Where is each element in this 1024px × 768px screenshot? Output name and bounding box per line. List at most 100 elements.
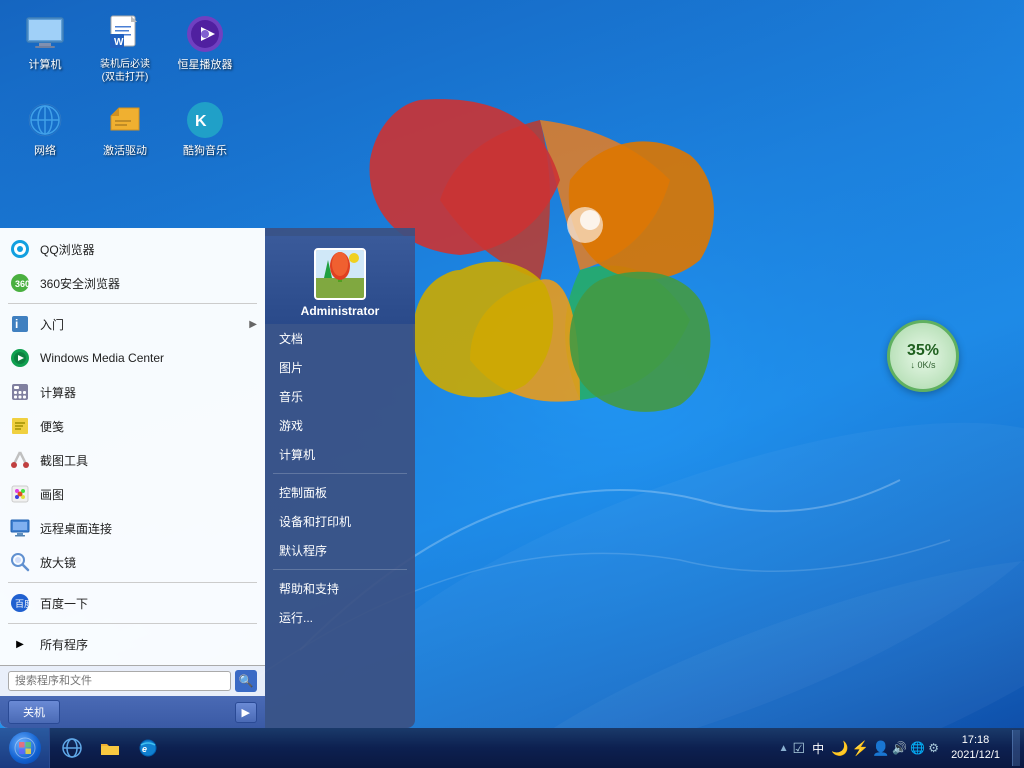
svg-text:e: e: [142, 744, 147, 754]
menu-item-windows-media-center[interactable]: Windows Media Center: [0, 341, 265, 375]
right-menu-documents[interactable]: 文档: [265, 324, 415, 353]
right-menu-run[interactable]: 运行...: [265, 603, 415, 632]
menu-item-all-programs[interactable]: ▶ 所有程序: [0, 627, 265, 661]
baidu-icon: 百度: [8, 591, 32, 615]
qq-browser-icon: [8, 237, 32, 261]
right-menu-control-panel[interactable]: 控制面板: [265, 478, 415, 507]
desktop-icons: 计算机 W 装机后必读(双击打开): [10, 10, 240, 170]
menu-item-magnifier[interactable]: 放大镜: [0, 545, 265, 579]
menu-search-area: 🔍: [0, 665, 265, 696]
network-icon: [25, 100, 65, 140]
tray-speaker-icon[interactable]: 🔊: [892, 741, 907, 755]
calculator-icon: [8, 380, 32, 404]
menu-item-qq-browser[interactable]: QQ浏览器: [0, 232, 265, 266]
menu-item-sticky-notes[interactable]: 便笺: [0, 409, 265, 443]
menu-item-paint[interactable]: 画图: [0, 477, 265, 511]
taskbar-tray: ▲ ☑ 中 🌙 ⚡ 👤 🔊 🌐 ⚙ 17:18 2021/12/1: [775, 730, 1024, 766]
menu-item-360-browser[interactable]: 360 360安全浏览器: [0, 266, 265, 300]
menu-divider-2: [8, 582, 257, 583]
svg-text:360: 360: [15, 279, 30, 289]
menu-items-list: QQ浏览器 360 360安全浏览器: [0, 228, 265, 665]
tray-icons-area: ☑ 中 🌙 ⚡ 👤 🔊 🌐 ⚙: [793, 738, 940, 759]
tray-network-status-icon[interactable]: 🌐: [910, 741, 925, 755]
menu-item-snipping-tool[interactable]: 截图工具: [0, 443, 265, 477]
menu-divider-1: [8, 303, 257, 304]
tray-user-icon[interactable]: 👤: [872, 740, 889, 757]
username-label: Administrator: [301, 304, 380, 318]
svg-text:W: W: [114, 37, 124, 48]
media-player-label: 恒星播放器: [178, 58, 233, 72]
taskbar-network-icon[interactable]: [54, 730, 90, 766]
magnifier-icon: [8, 550, 32, 574]
start-menu: QQ浏览器 360 360安全浏览器: [0, 228, 415, 728]
start-menu-left-panel: QQ浏览器 360 360安全浏览器: [0, 228, 265, 728]
computer-icon-label: 计算机: [29, 58, 62, 72]
all-programs-icon: ▶: [8, 632, 32, 656]
right-menu-pictures[interactable]: 图片: [265, 353, 415, 382]
tray-expand-arrow[interactable]: ▲: [779, 743, 789, 754]
desktop-icon-row-2: 网络 激活驱动 K: [10, 96, 240, 162]
start-menu-right-panel: Administrator 文档 图片 音乐 游戏 计算机 控制面板 设备和打印…: [265, 228, 415, 728]
taskbar-folder-icon[interactable]: [92, 730, 128, 766]
language-indicator[interactable]: 中: [808, 738, 828, 759]
speed-widget[interactable]: 35% ↓ 0K/s: [887, 320, 959, 392]
shutdown-button[interactable]: 关机: [8, 700, 60, 724]
document-icon: W: [105, 14, 145, 54]
desktop-icon-network[interactable]: 网络: [10, 96, 80, 162]
clock-date: 2021/12/1: [951, 748, 1000, 763]
right-menu-music[interactable]: 音乐: [265, 382, 415, 411]
install-readme-label: 装机后必读(双击打开): [94, 58, 156, 84]
paint-icon: [8, 482, 32, 506]
clock-time: 17:18: [962, 733, 990, 748]
taskbar: e ▲ ☑ 中 🌙 ⚡ 👤 🔊 🌐 ⚙ 17:18 2021/12: [0, 728, 1024, 768]
media-player-icon: [185, 14, 225, 54]
qqmusic-label: 酷狗音乐: [183, 144, 227, 158]
desktop-icon-row-1: 计算机 W 装机后必读(双击打开): [10, 10, 240, 88]
user-area: Administrator: [265, 236, 415, 324]
svg-text:K: K: [195, 113, 207, 130]
intro-arrow: ▶: [249, 319, 257, 330]
tray-power-icon[interactable]: ⚡: [852, 740, 869, 757]
menu-item-remote-desktop[interactable]: 远程桌面连接: [0, 511, 265, 545]
desktop-icon-driver[interactable]: 激活驱动: [90, 96, 160, 162]
taskbar-items: e: [50, 730, 775, 766]
clock[interactable]: 17:18 2021/12/1: [943, 731, 1008, 766]
menu-item-intro[interactable]: i 入门 ▶: [0, 307, 265, 341]
right-menu-devices[interactable]: 设备和打印机: [265, 507, 415, 536]
desktop-icon-media-player[interactable]: 恒星播放器: [170, 10, 240, 88]
search-input[interactable]: [8, 671, 231, 691]
menu-item-baidu[interactable]: 百度 百度一下: [0, 586, 265, 620]
desktop-icon-qqmusic[interactable]: K 酷狗音乐: [170, 96, 240, 162]
driver-icon: [105, 100, 145, 140]
taskbar-ie-icon[interactable]: e: [130, 730, 166, 766]
start-orb-icon: [9, 732, 41, 764]
desktop-icon-computer[interactable]: 计算机: [10, 10, 80, 88]
shutdown-arrow-button[interactable]: ▶: [235, 702, 257, 723]
tray-checkbox-icon[interactable]: ☑: [793, 740, 806, 757]
start-button[interactable]: [0, 728, 50, 768]
computer-icon: [25, 14, 65, 54]
tray-gear-icon[interactable]: ⚙: [928, 741, 939, 755]
tray-moon-icon[interactable]: 🌙: [831, 740, 848, 757]
right-menu-help[interactable]: 帮助和支持: [265, 574, 415, 603]
360-browser-icon: 360: [8, 271, 32, 295]
driver-label: 激活驱动: [103, 144, 147, 158]
right-menu-games[interactable]: 游戏: [265, 411, 415, 440]
speed-percent: 35%: [907, 342, 939, 360]
snipping-tool-icon: [8, 448, 32, 472]
desktop-icon-install-readme[interactable]: W 装机后必读(双击打开): [90, 10, 160, 88]
speed-value: ↓ 0K/s: [910, 360, 935, 370]
user-avatar[interactable]: [314, 248, 366, 300]
wmc-icon: [8, 346, 32, 370]
svg-text:百度: 百度: [15, 598, 30, 609]
right-menu-divider-2: [273, 569, 407, 570]
show-desktop-button[interactable]: [1012, 730, 1020, 766]
menu-item-calculator[interactable]: 计算器: [0, 375, 265, 409]
search-button[interactable]: 🔍: [235, 670, 257, 692]
right-menu-default-programs[interactable]: 默认程序: [265, 536, 415, 565]
svg-text:i: i: [15, 317, 18, 331]
menu-bottom: 关机 ▶: [0, 696, 265, 728]
desktop: 计算机 W 装机后必读(双击打开): [0, 0, 1024, 768]
right-menu-computer[interactable]: 计算机: [265, 440, 415, 469]
qqmusic-icon: K: [185, 100, 225, 140]
